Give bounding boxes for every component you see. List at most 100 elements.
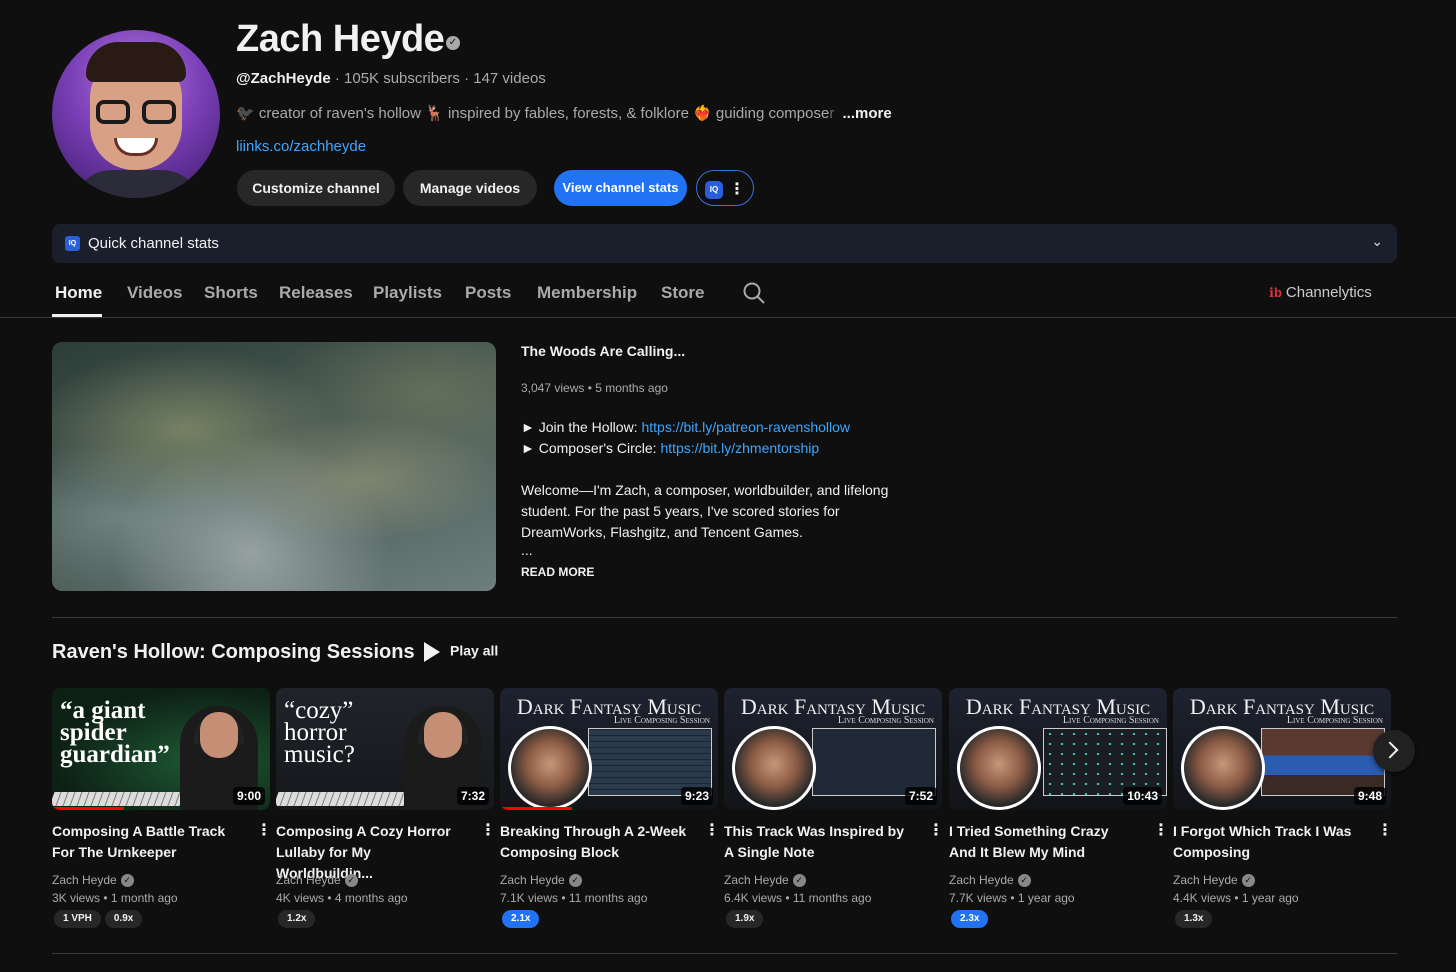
channel-description[interactable]: 🐦‍⬛ creator of raven's hollow 🦌 inspired… (236, 104, 892, 122)
video-title[interactable]: This Track Was Inspired by A Single Note (724, 821, 914, 863)
more-vert-icon[interactable]: ⋮ (928, 820, 944, 840)
video-card[interactable]: Dark Fantasy Music Live Composing Sessio… (949, 688, 1169, 928)
video-card[interactable]: ♫ “a giant spider guardian” 9:00 Composi… (52, 688, 272, 928)
tab-store[interactable]: Store (661, 283, 704, 303)
video-author[interactable]: Zach Heyde ✓ (724, 873, 806, 888)
tab-membership[interactable]: Membership (537, 283, 637, 303)
thumbnail-subtitle: Live Composing Session (1286, 715, 1383, 726)
featured-video-description: ► Join the Hollow: https://bit.ly/patreo… (521, 417, 921, 557)
play-icon (424, 642, 440, 662)
video-author[interactable]: Zach Heyde ✓ (1173, 873, 1255, 888)
video-author[interactable]: Zach Heyde ✓ (949, 873, 1031, 888)
video-stats: 7.7K views • 1 year ago (949, 891, 1075, 905)
thumbnail-subtitle: Live Composing Session (837, 715, 934, 726)
video-card[interactable]: Dark Fantasy Music Live Composing Sessio… (724, 688, 944, 928)
video-stats: 3K views • 1 month ago (52, 891, 178, 905)
featured-video-thumbnail[interactable] (52, 342, 496, 591)
search-icon[interactable] (742, 281, 766, 305)
video-title[interactable]: Composing A Battle Track For The Urnkeep… (52, 821, 242, 863)
more-vert-icon[interactable]: ⋮ (704, 820, 720, 840)
watch-progress-bar (500, 807, 572, 810)
channel-handle[interactable]: @ZachHeyde (236, 70, 331, 87)
video-duration: 10:43 (1123, 787, 1162, 805)
thumbnail-subtitle: Live Composing Session (613, 715, 710, 726)
video-badges: 1 VPH 0.9x (54, 908, 146, 928)
more-vert-icon: ⋮ (729, 181, 745, 199)
video-duration: 7:32 (456, 787, 489, 805)
video-thumbnail[interactable]: ♫ “a giant spider guardian” 9:00 (52, 688, 270, 810)
verified-icon: ✓ (344, 874, 358, 888)
channel-link[interactable]: liinks.co/zachheyde (236, 138, 366, 155)
video-card[interactable]: Dark Fantasy Music Live Composing Sessio… (500, 688, 720, 928)
patreon-link[interactable]: https://bit.ly/patreon-ravenshollow (641, 419, 850, 435)
video-author[interactable]: Zach Heyde ✓ (52, 873, 134, 888)
verified-icon: ✓ (1241, 874, 1255, 888)
keyboard-graphic (52, 792, 185, 806)
video-card[interactable]: “cozy” horror music? 7:32 Composing A Co… (276, 688, 496, 928)
video-title[interactable]: Breaking Through A 2-Week Composing Bloc… (500, 821, 690, 863)
thumbnail-face (1181, 726, 1265, 810)
video-author[interactable]: Zach Heyde ✓ (500, 873, 582, 888)
more-vert-icon[interactable]: ⋮ (1153, 820, 1169, 840)
multiplier-badge: 1.2x (278, 910, 316, 928)
author-name: Zach Heyde (276, 873, 341, 887)
video-thumbnail[interactable]: Dark Fantasy Music Live Composing Sessio… (500, 688, 718, 810)
multiplier-badge: 2.3x (951, 910, 989, 928)
channelytics-button[interactable]: ℹb Channelytics (1269, 284, 1372, 301)
video-title[interactable]: I Forgot Which Track I Was Composing (1173, 821, 1363, 863)
tab-releases[interactable]: Releases (279, 283, 353, 303)
customize-channel-button[interactable]: Customize channel (237, 170, 395, 206)
tab-shorts[interactable]: Shorts (204, 283, 258, 303)
verified-icon: ✓ (1017, 874, 1031, 888)
play-all-button[interactable]: Play all (424, 642, 498, 662)
video-stats: 6.4K views • 11 months ago (724, 891, 872, 905)
video-thumbnail[interactable]: Dark Fantasy Music Live Composing Sessio… (724, 688, 942, 810)
video-badges: 2.3x (951, 908, 992, 928)
more-vert-icon[interactable]: ⋮ (480, 820, 496, 840)
chevron-down-icon[interactable]: ⌄ (1371, 233, 1383, 250)
channel-avatar[interactable] (52, 30, 220, 198)
tab-playlists[interactable]: Playlists (373, 283, 442, 303)
synth-screenshot (1261, 728, 1385, 796)
shelf-title[interactable]: Raven's Hollow: Composing Sessions (52, 641, 415, 664)
vidiq-menu-button[interactable]: IQ ⋮ (696, 170, 754, 206)
video-author[interactable]: Zach Heyde ✓ (276, 873, 358, 888)
video-card[interactable]: Dark Fantasy Music Live Composing Sessio… (1173, 688, 1393, 928)
author-name: Zach Heyde (52, 873, 117, 887)
video-duration: 7:52 (904, 787, 937, 805)
description-line-1: ► Join the Hollow: https://bit.ly/patreo… (521, 417, 921, 438)
tab-posts[interactable]: Posts (465, 283, 511, 303)
description-fade: r (829, 105, 835, 122)
line-2-label: ► Composer's Circle: (521, 440, 661, 456)
section-divider (52, 953, 1397, 954)
thumbnail-face (732, 726, 816, 810)
more-vert-icon[interactable]: ⋮ (256, 820, 272, 840)
video-thumbnail[interactable]: Dark Fantasy Music Live Composing Sessio… (949, 688, 1167, 810)
verified-icon: ✓ (120, 874, 134, 888)
video-badges: 1.3x (1175, 908, 1216, 928)
shelf-next-button[interactable] (1373, 730, 1415, 772)
avatar-glasses-right (142, 100, 176, 124)
channel-meta: @ZachHeyde · 105K subscribers · 147 vide… (236, 70, 546, 87)
line-1-label: ► Join the Hollow: (521, 419, 642, 435)
description-paragraph: Welcome—I'm Zach, a composer, worldbuild… (521, 482, 889, 540)
video-duration: 9:00 (232, 787, 265, 805)
video-thumbnail[interactable]: “cozy” horror music? 7:32 (276, 688, 494, 810)
video-thumbnail[interactable]: Dark Fantasy Music Live Composing Sessio… (1173, 688, 1391, 810)
more-link[interactable]: ...more (843, 105, 892, 122)
author-name: Zach Heyde (724, 873, 789, 887)
quick-channel-stats-bar[interactable]: IQ Quick channel stats ⌄ (52, 224, 1397, 263)
thumbnail-face (957, 726, 1041, 810)
tab-videos[interactable]: Videos (127, 283, 182, 303)
read-more-button[interactable]: READ MORE (521, 565, 594, 579)
featured-video-meta: 3,047 views • 5 months ago (521, 381, 668, 395)
vidiq-icon: IQ (65, 236, 80, 251)
author-name: Zach Heyde (1173, 873, 1238, 887)
manage-videos-button[interactable]: Manage videos (403, 170, 537, 206)
video-title[interactable]: I Tried Something Crazy And It Blew My M… (949, 821, 1139, 863)
view-channel-stats-button[interactable]: View channel stats (554, 170, 687, 206)
tab-home[interactable]: Home (55, 283, 102, 303)
featured-video-title[interactable]: The Woods Are Calling... (521, 343, 685, 359)
mentorship-link[interactable]: https://bit.ly/zhmentorship (660, 440, 819, 456)
more-vert-icon[interactable]: ⋮ (1377, 820, 1393, 840)
